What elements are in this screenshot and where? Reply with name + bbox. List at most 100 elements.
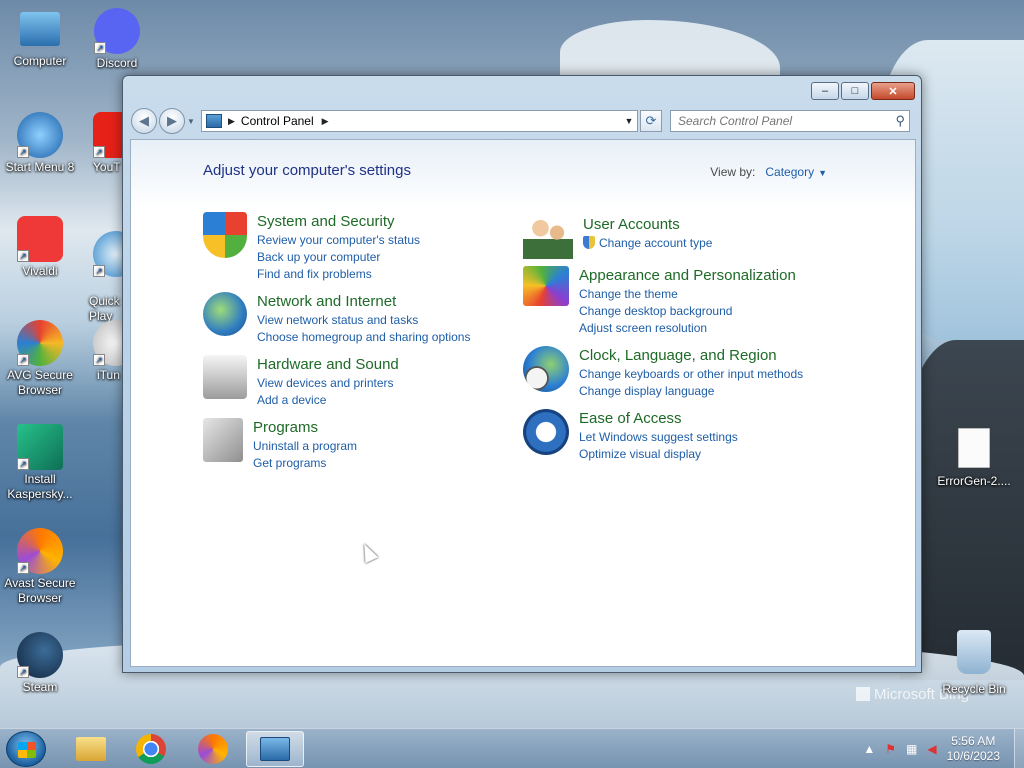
search-box[interactable]: ⚲ — [670, 110, 910, 132]
desktop-icon-label: ErrorGen-2.... — [937, 474, 1011, 488]
view-by-dropdown[interactable]: Category — [765, 165, 814, 179]
network-icon[interactable]: ▦ — [906, 742, 917, 756]
category-link[interactable]: Change desktop background — [579, 303, 796, 320]
search-input[interactable] — [678, 114, 878, 128]
desktop-icon-label: Vivaldi — [22, 264, 58, 278]
desktop-icon-start-menu-8[interactable]: ↗ Start Menu 8 — [0, 112, 80, 175]
youtube-icon: ↗ — [93, 112, 123, 158]
minimize-button[interactable]: – — [811, 82, 839, 100]
desktop-icon-install-kaspersky[interactable]: ↗ Install Kaspersky... — [0, 424, 80, 502]
category-title[interactable]: System and Security — [257, 212, 420, 232]
control-panel-icon — [260, 737, 290, 761]
taskbar-control-panel[interactable] — [246, 731, 304, 767]
category-link[interactable]: Get programs — [253, 455, 357, 472]
user-accounts-icon — [523, 215, 573, 259]
desktop-icon-discord[interactable]: ↗ Discord — [77, 8, 157, 71]
category-link[interactable]: Add a device — [257, 392, 399, 409]
category-link[interactable]: Optimize visual display — [579, 446, 738, 463]
printer-icon — [203, 355, 247, 399]
close-button[interactable]: ✕ — [871, 82, 915, 100]
category-link[interactable]: View network status and tasks — [257, 312, 470, 329]
start-button[interactable] — [6, 731, 46, 767]
breadcrumb-separator[interactable]: ▶ — [228, 116, 235, 127]
address-bar[interactable]: ▶ Control Panel ▶ ▼ — [201, 110, 638, 132]
discord-icon: ↗ — [94, 8, 140, 54]
category-clock-language-region: Clock, Language, and Region Change keybo… — [523, 346, 803, 400]
category-title[interactable]: Network and Internet — [257, 292, 470, 312]
desktop-icon-itunes[interactable]: ↗ iTun — [77, 320, 123, 383]
desktop-icon-label: iTun — [97, 368, 120, 382]
category-user-accounts: User Accounts Change account type — [523, 215, 712, 259]
show-hidden-icons-button[interactable]: ▲ — [863, 742, 875, 756]
category-title[interactable]: Appearance and Personalization — [579, 266, 796, 286]
navigation-toolbar: ◀ ▶ ▼ ▶ Control Panel ▶ ▼ ⟳ ⚲ — [131, 108, 913, 134]
quick-play-icon: ↗ — [93, 231, 123, 277]
desktop-icon-vivaldi[interactable]: ↗ Vivaldi — [0, 216, 80, 279]
category-network-internet: Network and Internet View network status… — [203, 292, 470, 346]
category-programs: Programs Uninstall a program Get program… — [203, 418, 357, 472]
avast-browser-icon: ↗ — [17, 528, 63, 574]
clock-globe-icon — [523, 346, 569, 392]
category-link[interactable]: Change the theme — [579, 286, 796, 303]
category-link[interactable]: Review your computer's status — [257, 232, 420, 249]
maximize-button[interactable]: □ — [841, 82, 869, 100]
file-icon — [958, 428, 990, 468]
security-shield-icon — [203, 212, 247, 258]
action-center-icon[interactable]: ⚑ — [885, 742, 896, 756]
forward-button[interactable]: ▶ — [159, 108, 185, 134]
category-title[interactable]: Programs — [253, 418, 357, 438]
desktop-icon-avast-secure-browser[interactable]: ↗ Avast Secure Browser — [0, 528, 80, 606]
vivaldi-icon: ↗ — [17, 216, 63, 262]
appearance-monitor-icon — [523, 266, 569, 306]
clock-date: 10/6/2023 — [946, 749, 1000, 763]
control-panel-icon — [206, 114, 222, 128]
taskbar-chrome[interactable] — [122, 731, 180, 767]
category-link[interactable]: Uninstall a program — [253, 438, 357, 455]
category-link[interactable]: Let Windows suggest settings — [579, 429, 738, 446]
category-title[interactable]: Clock, Language, and Region — [579, 346, 803, 366]
desktop-icon-avg-secure-browser[interactable]: ↗ AVG Secure Browser — [0, 320, 80, 398]
desktop-icon-label: AVG Secure Browser — [7, 368, 73, 397]
show-desktop-button[interactable] — [1014, 729, 1024, 768]
breadcrumb-separator[interactable]: ▶ — [322, 116, 329, 127]
taskbar-avast-browser[interactable] — [184, 731, 242, 767]
category-link[interactable]: Change keyboards or other input methods — [579, 366, 803, 383]
category-link[interactable]: Back up your computer — [257, 249, 420, 266]
clock-time: 5:56 AM — [951, 734, 996, 748]
clock[interactable]: 5:56 AM 10/6/2023 — [947, 734, 1000, 764]
category-link[interactable]: Change display language — [579, 383, 803, 400]
desktop-icon-errorgen[interactable]: ErrorGen-2.... — [934, 428, 1014, 489]
desktop-icon-recycle-bin[interactable]: Recycle Bin — [934, 630, 1014, 697]
kaspersky-icon: ↗ — [17, 424, 63, 470]
desktop-icon-computer[interactable]: Computer — [0, 8, 80, 69]
volume-muted-icon[interactable]: ◀ — [927, 742, 936, 756]
view-by-label: View by: — [710, 165, 756, 179]
category-link[interactable]: Change account type — [583, 235, 712, 252]
desktop-icon-label: Install Kaspersky... — [7, 472, 73, 501]
desktop-icon-label: Recycle Bin — [942, 682, 1006, 696]
folder-icon — [76, 737, 106, 761]
ease-of-access-icon — [523, 409, 569, 455]
refresh-button[interactable]: ⟳ — [640, 110, 662, 132]
computer-icon — [20, 12, 60, 46]
category-title[interactable]: User Accounts — [583, 215, 712, 235]
recent-pages-dropdown[interactable]: ▼ — [187, 117, 197, 126]
category-link[interactable]: Choose homegroup and sharing options — [257, 329, 470, 346]
desktop-icon-label: Computer — [13, 54, 67, 68]
chevron-down-icon[interactable]: ▼ — [818, 168, 827, 178]
back-button[interactable]: ◀ — [131, 108, 157, 134]
search-icon[interactable]: ⚲ — [895, 113, 905, 129]
programs-box-icon — [203, 418, 243, 462]
taskbar-file-explorer[interactable] — [62, 731, 120, 767]
desktop-icon-steam[interactable]: ↗ Steam — [0, 632, 80, 695]
desktop-icon-label: YouT — [93, 160, 121, 174]
category-title[interactable]: Ease of Access — [579, 409, 738, 429]
view-by: View by: Category ▼ — [710, 165, 827, 179]
category-title[interactable]: Hardware and Sound — [257, 355, 399, 375]
breadcrumb-control-panel[interactable]: Control Panel — [241, 114, 314, 128]
category-link[interactable]: Adjust screen resolution — [579, 320, 796, 337]
desktop-icon-youtube[interactable]: ↗ YouT — [77, 112, 123, 175]
category-link[interactable]: Find and fix problems — [257, 266, 420, 283]
address-dropdown-icon[interactable]: ▼ — [621, 116, 637, 126]
category-link[interactable]: View devices and printers — [257, 375, 399, 392]
